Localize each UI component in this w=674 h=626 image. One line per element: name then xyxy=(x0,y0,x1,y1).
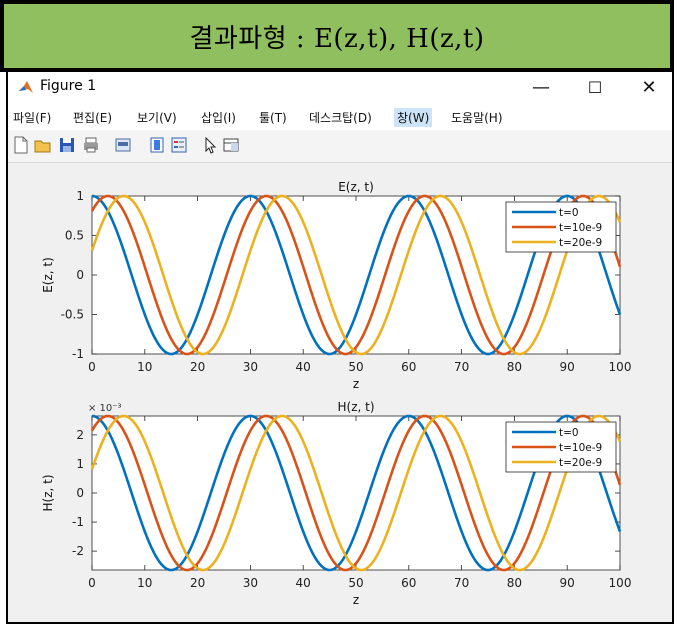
x-tick-label: 10 xyxy=(137,360,152,374)
insert-colorbar-icon[interactable] xyxy=(148,136,166,154)
legend-label: t=20e-9 xyxy=(559,237,602,249)
axes-2: H(z, t)0 10 20 30 40 50 60 70 80 90 100210-1-2× 10… xyxy=(41,400,631,607)
y-exponent-label: × 10⁻³ xyxy=(88,403,122,414)
close-button[interactable]: ✕ xyxy=(626,72,672,102)
y-tick-label: 0 xyxy=(76,268,84,282)
print-icon[interactable] xyxy=(82,136,100,154)
x-tick-label: 30 xyxy=(243,576,258,590)
axes-1: E(z, t) 0 10 20 30 40 50 60 70 80 90 100 1 0.5 0 -0.5 -1… xyxy=(41,180,631,391)
x-tick-label: 40 xyxy=(296,360,311,374)
y-tick-label: 0 xyxy=(76,486,84,500)
minimize-button[interactable]: — xyxy=(518,72,564,102)
toolbar xyxy=(8,130,672,163)
legend-label: t=10e-9 xyxy=(559,442,602,454)
legend-label: t=20e-9 xyxy=(559,457,602,469)
x-tick-label: 100 xyxy=(609,360,632,374)
y-axis-label: H(z, t) xyxy=(41,474,55,511)
menu-tools[interactable]: 툴(T) xyxy=(256,108,290,127)
menu-help[interactable]: 도움말(H) xyxy=(448,108,506,127)
menu-view[interactable]: 보기(V) xyxy=(134,108,180,127)
new-figure-icon[interactable] xyxy=(12,136,30,154)
y-tick-label: 1 xyxy=(76,457,84,471)
maximize-button[interactable]: ☐ xyxy=(572,72,618,102)
y-axis-label: E(z, t) xyxy=(41,257,55,293)
x-tick-label: 100 xyxy=(609,576,632,590)
menu-edit[interactable]: 편집(E) xyxy=(70,108,115,127)
x-tick-label: 10 xyxy=(137,576,152,590)
menu-desktop[interactable]: 데스크탑(D) xyxy=(306,108,375,127)
x-tick-label: 20 xyxy=(190,360,205,374)
edit-plot-icon[interactable] xyxy=(202,136,220,154)
y-tick-label: 0.5 xyxy=(65,229,84,243)
insert-legend-icon[interactable] xyxy=(170,136,188,154)
x-tick-label: 0 xyxy=(88,360,96,374)
legend: t=0 t=10e-9 t=20e-9 xyxy=(505,421,617,473)
link-plot-icon[interactable] xyxy=(114,136,132,154)
x-axis-label: z xyxy=(353,377,359,391)
caption-text: 결과파형 : E(z,t), H(z,t) xyxy=(189,23,485,54)
menu-window[interactable]: 창(W) xyxy=(394,108,433,127)
x-tick-label: 60 xyxy=(401,576,416,590)
x-tick-label: 90 xyxy=(560,360,575,374)
y-tick-label: -1 xyxy=(72,515,84,529)
title-bar[interactable]: Figure 1 — ☐ ✕ xyxy=(8,72,672,102)
menu-file[interactable]: 파일(F) xyxy=(10,108,54,127)
axes-title: H(z, t) xyxy=(337,400,374,414)
caption-banner: 결과파형 : E(z,t), H(z,t) xyxy=(0,0,674,72)
legend-label: t=0 xyxy=(559,207,579,219)
x-axis-label: z xyxy=(353,593,359,607)
x-tick-label: 50 xyxy=(348,576,363,590)
menu-insert[interactable]: 삽입(I) xyxy=(198,108,239,127)
y-tick-label: 2 xyxy=(76,428,84,442)
axes-title: E(z, t) xyxy=(338,180,374,194)
y-tick-label: 1 xyxy=(76,189,84,203)
x-tick-label: 50 xyxy=(348,360,363,374)
plots-svg: E(z, t)0 10 20 30 40 50 60 70 80 90 10010.50-0.5-1… xyxy=(41,180,631,607)
x-tick-label: 40 xyxy=(296,576,311,590)
x-tick-label: 70 xyxy=(454,360,469,374)
legend-label: t=10e-9 xyxy=(559,222,602,234)
x-tick-label: 70 xyxy=(454,576,469,590)
x-tick-label: 20 xyxy=(190,576,205,590)
matlab-icon xyxy=(19,81,33,93)
legend: t=0 t=10e-9 t=20e-9 xyxy=(505,201,617,253)
x-tick-label: 30 xyxy=(243,360,258,374)
save-icon[interactable] xyxy=(58,136,76,154)
y-tick-label: -2 xyxy=(72,544,84,558)
menu-bar: 파일(F) 편집(E) 보기(V) 삽입(I) 툴(T) 데스크탑(D) 창(W… xyxy=(8,102,672,130)
y-tick-label: -1 xyxy=(72,347,84,361)
x-tick-label: 90 xyxy=(560,576,575,590)
property-inspector-icon[interactable] xyxy=(222,136,240,154)
x-tick-label: 60 xyxy=(401,360,416,374)
figure-window: Figure 1 — ☐ ✕ 파일(F) 편집(E) 보기(V) 삽입(I) 툴… xyxy=(6,72,674,624)
x-tick-label: 80 xyxy=(507,360,522,374)
legend-label: t=0 xyxy=(559,427,579,439)
open-icon[interactable] xyxy=(34,136,52,154)
y-tick-label: -0.5 xyxy=(61,308,84,322)
x-tick-label: 80 xyxy=(507,576,522,590)
window-title: Figure 1 xyxy=(40,78,97,94)
x-tick-label: 0 xyxy=(88,576,96,590)
figure-canvas: E(z, t) 0 10 20 30 40 50 60 70 80 90 100 1 0.5 0 -0.5 -1… xyxy=(8,163,672,622)
